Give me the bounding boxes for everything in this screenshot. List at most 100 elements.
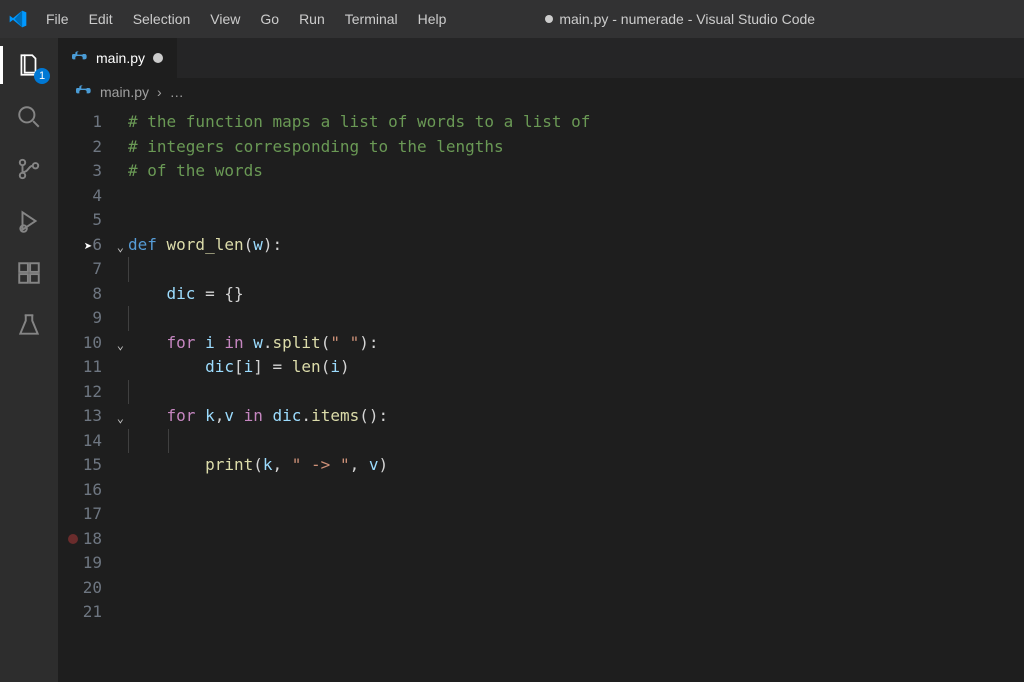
menu-help[interactable]: Help — [408, 0, 457, 38]
token-punct: ( — [321, 333, 331, 352]
fold-chevron-down-icon[interactable]: ⌄ — [117, 235, 124, 260]
source-control-icon[interactable] — [14, 154, 44, 184]
token-control: in — [215, 333, 254, 352]
code-line[interactable] — [128, 184, 1024, 209]
line-number: 3 — [58, 159, 128, 184]
fold-chevron-down-icon[interactable]: ⌄ — [117, 333, 124, 358]
token-param: i — [330, 357, 340, 376]
code-line[interactable]: print(k, " -> ", v) — [128, 453, 1024, 478]
token-punct: ( — [253, 455, 263, 474]
window-title-text: main.py - numerade - Visual Studio Code — [559, 11, 815, 27]
token-param: dic — [205, 357, 234, 376]
token-param: dic — [273, 406, 302, 425]
line-number: 18 — [58, 527, 128, 552]
code-line[interactable] — [128, 502, 1024, 527]
search-icon[interactable] — [14, 102, 44, 132]
token-func: split — [273, 333, 321, 352]
code-line[interactable] — [128, 208, 1024, 233]
code-line[interactable]: for k,v in dic.items(): — [128, 404, 1024, 429]
menu-selection[interactable]: Selection — [123, 0, 201, 38]
token-punct: = {} — [195, 284, 243, 303]
breadcrumb[interactable]: main.py › … — [58, 78, 1024, 106]
extensions-icon[interactable] — [14, 258, 44, 288]
code-line[interactable]: for i in w.split(" "): — [128, 331, 1024, 356]
code-line[interactable] — [128, 576, 1024, 601]
line-number: 8 — [58, 282, 128, 307]
code-line[interactable] — [128, 600, 1024, 625]
line-number: 13⌄ — [58, 404, 128, 429]
code-line[interactable] — [128, 527, 1024, 552]
breakpoint-hint-icon — [68, 534, 78, 544]
explorer-badge: 1 — [34, 68, 50, 84]
line-number: 7 — [58, 257, 128, 282]
token-param: w — [253, 235, 263, 254]
line-number: 12 — [58, 380, 128, 405]
window-title: main.py - numerade - Visual Studio Code — [456, 11, 1024, 27]
token-param: v — [224, 406, 234, 425]
line-number: 19 — [58, 551, 128, 576]
token-builtin: print — [205, 455, 253, 474]
token-builtin: len — [292, 357, 321, 376]
token-punct: ): — [263, 235, 282, 254]
fold-chevron-down-icon[interactable]: ⌄ — [117, 406, 124, 431]
menu-bar: File Edit Selection View Go Run Terminal… — [36, 0, 456, 38]
code-line[interactable] — [128, 257, 1024, 282]
editor-tabs: main.py — [58, 38, 1024, 78]
chevron-right-icon: › — [157, 84, 162, 100]
vscode-logo-icon — [0, 9, 36, 29]
run-debug-icon[interactable] — [14, 206, 44, 236]
code-line[interactable] — [128, 429, 1024, 454]
menu-edit[interactable]: Edit — [79, 0, 123, 38]
code-line[interactable]: dic[i] = len(i) — [128, 355, 1024, 380]
line-number: 14 — [58, 429, 128, 454]
code-lines[interactable]: # the function maps a list of words to a… — [128, 106, 1024, 682]
token-punct: ( — [321, 357, 331, 376]
token-punct: ] = — [253, 357, 292, 376]
token-punct: ) — [340, 357, 350, 376]
code-line[interactable]: def word_len(w): — [128, 233, 1024, 258]
line-number: 1 — [58, 110, 128, 135]
token-param: w — [253, 333, 263, 352]
code-line[interactable] — [128, 551, 1024, 576]
python-file-icon — [72, 50, 88, 66]
token-comment: # the function maps a list of words to a… — [128, 112, 590, 131]
token-comment: # of the words — [128, 161, 263, 180]
indent-guide — [128, 429, 129, 454]
line-number: 17 — [58, 502, 128, 527]
token-punct: ): — [359, 333, 378, 352]
menu-run[interactable]: Run — [289, 0, 335, 38]
token-punct: . — [263, 333, 273, 352]
token-param: k — [205, 406, 215, 425]
code-line[interactable]: # integers corresponding to the lengths — [128, 135, 1024, 160]
python-file-icon — [76, 84, 92, 100]
line-number: 20 — [58, 576, 128, 601]
indent-guide — [128, 306, 129, 331]
line-number-gutter: 123456⌄78910⌄111213⌄1415161718192021 — [58, 106, 128, 682]
menu-terminal[interactable]: Terminal — [335, 0, 408, 38]
code-line[interactable]: dic = {} — [128, 282, 1024, 307]
code-line[interactable]: # of the words — [128, 159, 1024, 184]
token-punct: , — [273, 455, 292, 474]
code-line[interactable]: # the function maps a list of words to a… — [128, 110, 1024, 135]
main-area: 1 — [0, 38, 1024, 682]
explorer-icon[interactable]: 1 — [14, 50, 44, 80]
token-punct: , — [215, 406, 225, 425]
code-editor[interactable]: 123456⌄78910⌄111213⌄1415161718192021 # t… — [58, 106, 1024, 682]
code-line[interactable] — [128, 306, 1024, 331]
testing-icon[interactable] — [14, 310, 44, 340]
tab-main-py[interactable]: main.py — [58, 38, 178, 78]
menu-view[interactable]: View — [200, 0, 250, 38]
titlebar: File Edit Selection View Go Run Terminal… — [0, 0, 1024, 38]
menu-file[interactable]: File — [36, 0, 79, 38]
indent-guide — [168, 429, 169, 454]
token-control: for — [167, 406, 206, 425]
token-punct: ( — [244, 235, 254, 254]
token-punct: (): — [359, 406, 388, 425]
token-comment: # integers corresponding to the lengths — [128, 137, 504, 156]
code-line[interactable] — [128, 380, 1024, 405]
token-punct: ) — [378, 455, 388, 474]
tab-dirty-indicator-icon — [153, 53, 163, 63]
menu-go[interactable]: Go — [250, 0, 289, 38]
unsaved-indicator-icon — [545, 15, 553, 23]
code-line[interactable] — [128, 478, 1024, 503]
